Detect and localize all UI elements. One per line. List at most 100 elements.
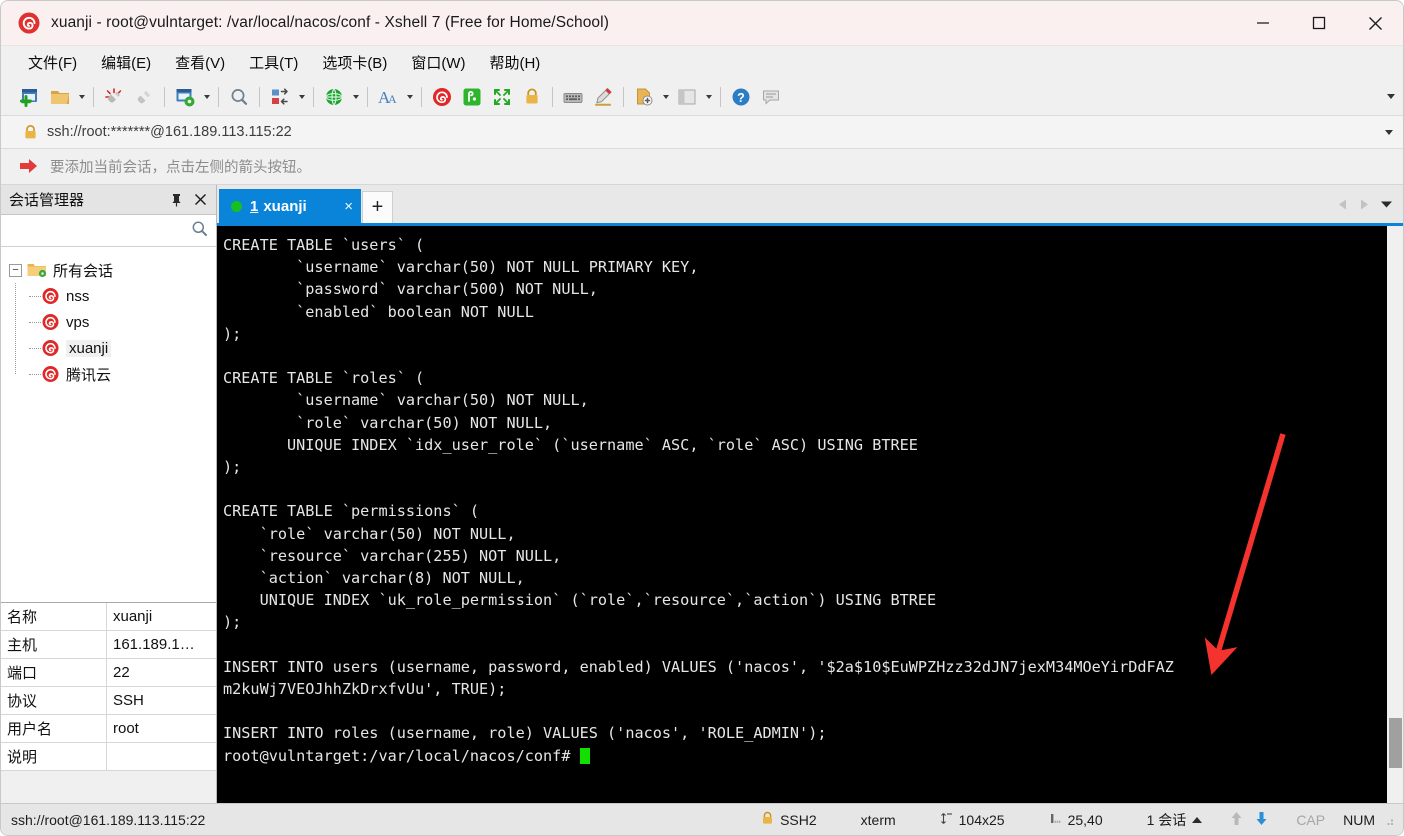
close-button[interactable]: [1347, 1, 1403, 46]
menu-window[interactable]: 窗口(W): [402, 49, 474, 76]
tab-close-icon[interactable]: ×: [330, 198, 353, 215]
window-title: xuanji - root@vulntarget: /var/local/nac…: [51, 14, 609, 31]
lock-icon[interactable]: [517, 82, 547, 112]
font-size-dropdown-icon[interactable]: [403, 82, 416, 112]
svg-text:A: A: [388, 92, 397, 106]
toolbar-separator: [367, 86, 368, 107]
property-row: 用户名 root: [1, 715, 216, 743]
session-item-xuanji[interactable]: xuanji: [23, 335, 216, 361]
new-tab-button[interactable]: +: [362, 191, 393, 223]
chevron-left-icon[interactable]: [1334, 194, 1351, 214]
toolbar: A A ?: [1, 78, 1403, 115]
xshell-window: xuanji - root@vulntarget: /var/local/nac…: [0, 0, 1404, 836]
find-icon[interactable]: [224, 82, 254, 112]
toolbar-overflow-icon[interactable]: [1387, 78, 1395, 115]
new-session-icon[interactable]: [15, 82, 45, 112]
tree-root-all-sessions[interactable]: − 所有会话: [9, 257, 216, 283]
fullscreen-icon[interactable]: [487, 82, 517, 112]
chevron-down-icon[interactable]: [1385, 129, 1393, 135]
menu-file[interactable]: 文件(F): [19, 49, 86, 76]
session-label: xuanji: [66, 339, 112, 357]
status-bar: ssh://root@161.189.113.115:22 SSH2 xterm…: [1, 803, 1403, 835]
terminal-wrapper: CREATE TABLE `users` ( `username` varcha…: [217, 223, 1403, 803]
property-row: 主机 161.189.1…: [1, 631, 216, 659]
xshell-icon[interactable]: [427, 82, 457, 112]
address-url[interactable]: ssh://root:*******@161.189.113.115:22: [47, 124, 292, 140]
help-icon[interactable]: ?: [726, 82, 756, 112]
status-protocol: SSH2: [761, 811, 817, 828]
status-caps: CAP: [1296, 811, 1326, 828]
minimize-button[interactable]: [1235, 1, 1291, 46]
open-session-dropdown-icon[interactable]: [75, 82, 88, 112]
block-cursor: [579, 747, 590, 764]
new-file-dropdown-icon[interactable]: [659, 82, 672, 112]
property-row: 协议 SSH: [1, 687, 216, 715]
layout-dropdown-icon[interactable]: [702, 82, 715, 112]
toolbar-separator: [421, 86, 422, 107]
menu-help[interactable]: 帮助(H): [480, 49, 549, 76]
font-size-icon[interactable]: A A: [373, 82, 403, 112]
menu-edit[interactable]: 编辑(E): [92, 49, 160, 76]
status-connection: ssh://root@161.189.113.115:22: [11, 811, 206, 828]
resize-grip-icon[interactable]: [1381, 813, 1395, 827]
search-input[interactable]: [7, 222, 191, 239]
session-item-vps[interactable]: vps: [23, 309, 216, 335]
session-properties-dropdown-icon[interactable]: [200, 82, 213, 112]
chat-icon[interactable]: [756, 82, 786, 112]
caret-up-icon[interactable]: [1192, 816, 1203, 823]
session-search-box[interactable]: [1, 215, 216, 247]
pin-icon[interactable]: [166, 190, 186, 210]
highlight-icon[interactable]: [588, 82, 618, 112]
property-value: SSH: [113, 692, 144, 709]
layout-icon[interactable]: [672, 82, 702, 112]
new-file-icon[interactable]: [629, 82, 659, 112]
terminal-column: 1 xuanji × + CREATE TABLE `users` (`use…: [217, 185, 1403, 803]
hint-bar: 要添加当前会话，点击左侧的箭头按钮。: [1, 149, 1403, 185]
session-item-tencent-cloud[interactable]: 腾讯云: [23, 361, 216, 387]
toolbar-separator: [259, 86, 260, 107]
property-value: 22: [113, 664, 130, 681]
scrollbar-thumb[interactable]: [1389, 718, 1402, 768]
toolbar-separator: [313, 86, 314, 107]
file-transfer-dropdown-icon[interactable]: [295, 82, 308, 112]
status-sessions[interactable]: 1 会话: [1147, 810, 1203, 830]
menu-tab[interactable]: 选项卡(B): [313, 49, 396, 76]
chevron-right-icon[interactable]: [1356, 194, 1373, 214]
chevron-down-icon[interactable]: [1378, 194, 1395, 214]
toolbar-separator: [218, 86, 219, 107]
menu-tools[interactable]: 工具(T): [240, 49, 307, 76]
keyboard-icon[interactable]: [558, 82, 588, 112]
xftp-icon[interactable]: [457, 82, 487, 112]
maximize-button[interactable]: [1291, 1, 1347, 46]
svg-text:?: ?: [737, 91, 745, 105]
session-manager-header: 会话管理器: [1, 185, 216, 215]
terminal-screen[interactable]: CREATE TABLE `users` ( `username` varcha…: [217, 226, 1386, 803]
close-icon[interactable]: [190, 190, 210, 210]
tunneling-icon[interactable]: [319, 82, 349, 112]
status-size: 104x25: [940, 812, 1005, 828]
expander-icon[interactable]: −: [9, 263, 22, 277]
status-cursor-label: 25,40: [1067, 811, 1103, 828]
status-protocol-label: SSH2: [780, 811, 817, 828]
property-value: [107, 743, 216, 770]
property-key: 主机: [1, 631, 107, 658]
properties-filler: [1, 771, 216, 803]
session-label: vps: [66, 313, 90, 331]
property-row: 说明: [1, 743, 216, 771]
xshell-session-icon: [39, 287, 61, 305]
tree-root-label: 所有会话: [53, 262, 114, 280]
session-properties-icon[interactable]: [170, 82, 200, 112]
session-item-nss[interactable]: nss: [23, 283, 216, 309]
file-transfer-icon[interactable]: [265, 82, 295, 112]
search-icon[interactable]: [191, 220, 208, 242]
tab-xuanji[interactable]: 1 xuanji ×: [219, 189, 361, 223]
open-session-icon[interactable]: [45, 82, 75, 112]
property-value: root: [113, 720, 139, 737]
disconnect-icon[interactable]: [99, 82, 129, 112]
menu-view[interactable]: 查看(V): [166, 49, 234, 76]
lock-icon: [761, 811, 774, 828]
terminal-scrollbar[interactable]: [1386, 226, 1403, 803]
toolbar-separator: [720, 86, 721, 107]
reconnect-icon[interactable]: [129, 82, 159, 112]
tunneling-dropdown-icon[interactable]: [349, 82, 362, 112]
